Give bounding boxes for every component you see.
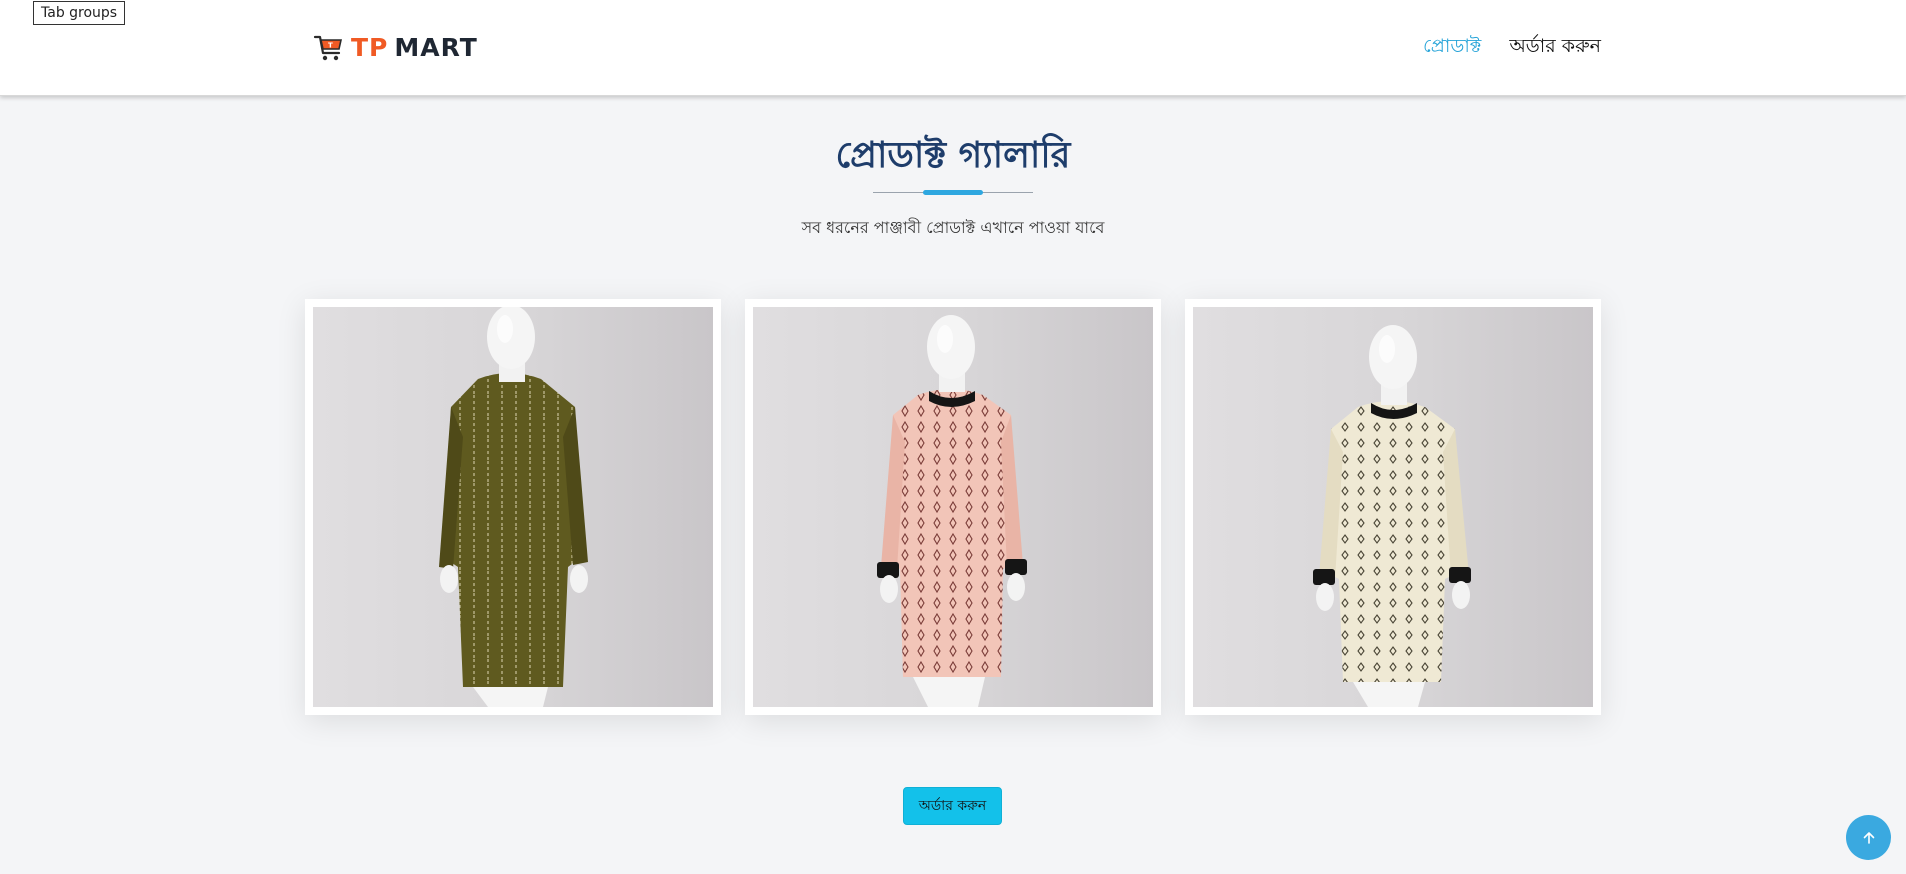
order-button[interactable]: অর্ডার করুন	[903, 787, 1002, 825]
product-image-peach-panjabi[interactable]	[753, 307, 1153, 707]
gallery-title: প্রোডাক্ট গ্যালারি	[835, 134, 1071, 176]
product-image-cream-panjabi[interactable]	[1193, 307, 1593, 707]
svg-text:T: T	[328, 42, 333, 50]
title-divider-accent	[923, 190, 983, 195]
main-nav: প্রোডাক্ট অর্ডার করুন	[1423, 32, 1601, 64]
site-header: T TP MART প্রোডাক্ট অর্ডার করুন	[0, 0, 1906, 96]
shopping-cart-icon: T	[313, 35, 342, 61]
gallery-subtitle: সব ধরনের পাঞ্জাবী প্রোডাক্ট এখানে পাওয়া…	[801, 218, 1105, 237]
arrow-up-icon	[1863, 831, 1874, 844]
product-card[interactable]	[1185, 299, 1601, 715]
scroll-to-top-button[interactable]	[1846, 815, 1891, 860]
product-image-olive-panjabi[interactable]	[313, 307, 713, 707]
brand-name-tp: TP	[351, 32, 389, 62]
panjabi-illustration	[877, 315, 1027, 707]
nav-link-order[interactable]: অর্ডার করুন	[1509, 32, 1601, 64]
tab-groups-tooltip: Tab groups	[33, 1, 126, 25]
product-card[interactable]	[305, 299, 721, 715]
brand-logo[interactable]: T TP MART	[313, 30, 478, 64]
panjabi-illustration	[439, 307, 588, 707]
brand-name-mart: MART	[394, 32, 478, 62]
panjabi-illustration	[1313, 325, 1471, 707]
nav-link-products[interactable]: প্রোডাক্ট	[1423, 32, 1481, 64]
product-card[interactable]	[745, 299, 1161, 715]
